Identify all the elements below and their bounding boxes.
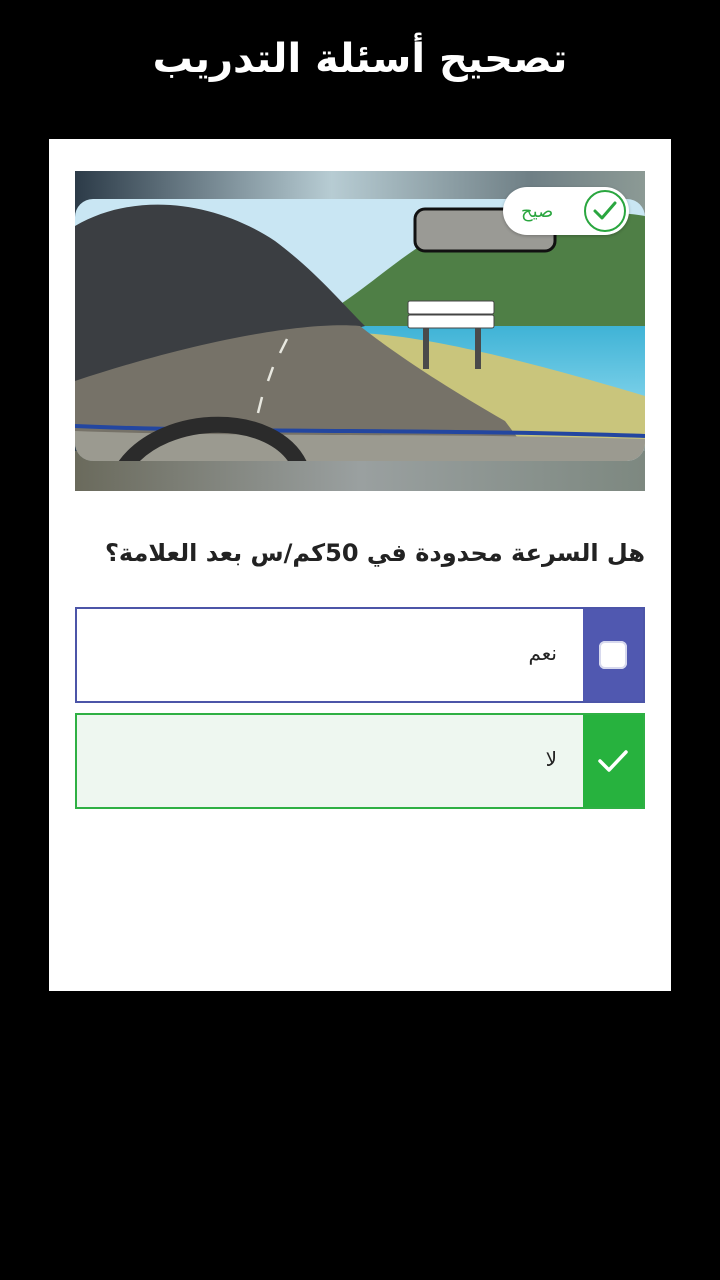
checkbox-icon (599, 641, 627, 669)
answer-checkbox[interactable] (583, 715, 643, 807)
answer-option-no[interactable]: لا (75, 713, 645, 809)
status-badge-label: صيح (521, 200, 554, 222)
question-illustration: صيح (75, 171, 645, 491)
check-icon (584, 190, 626, 232)
answer-checkbox[interactable] (583, 609, 643, 701)
question-card: صيح هل السرعة محدودة في 50كم/س بعد العلا… (49, 139, 671, 991)
answer-label: لا (545, 747, 557, 771)
answer-label: نعم (528, 641, 557, 665)
answer-option-yes[interactable]: نعم (75, 607, 645, 703)
question-text: هل السرعة محدودة في 50كم/س بعد العلامة؟ (105, 539, 645, 567)
answer-option-body: لا (77, 715, 583, 807)
page-title: تصحيح أسئلة التدريب (152, 36, 568, 82)
check-icon (598, 750, 628, 772)
status-badge: صيح (503, 187, 629, 235)
answer-option-body: نعم (77, 609, 583, 701)
